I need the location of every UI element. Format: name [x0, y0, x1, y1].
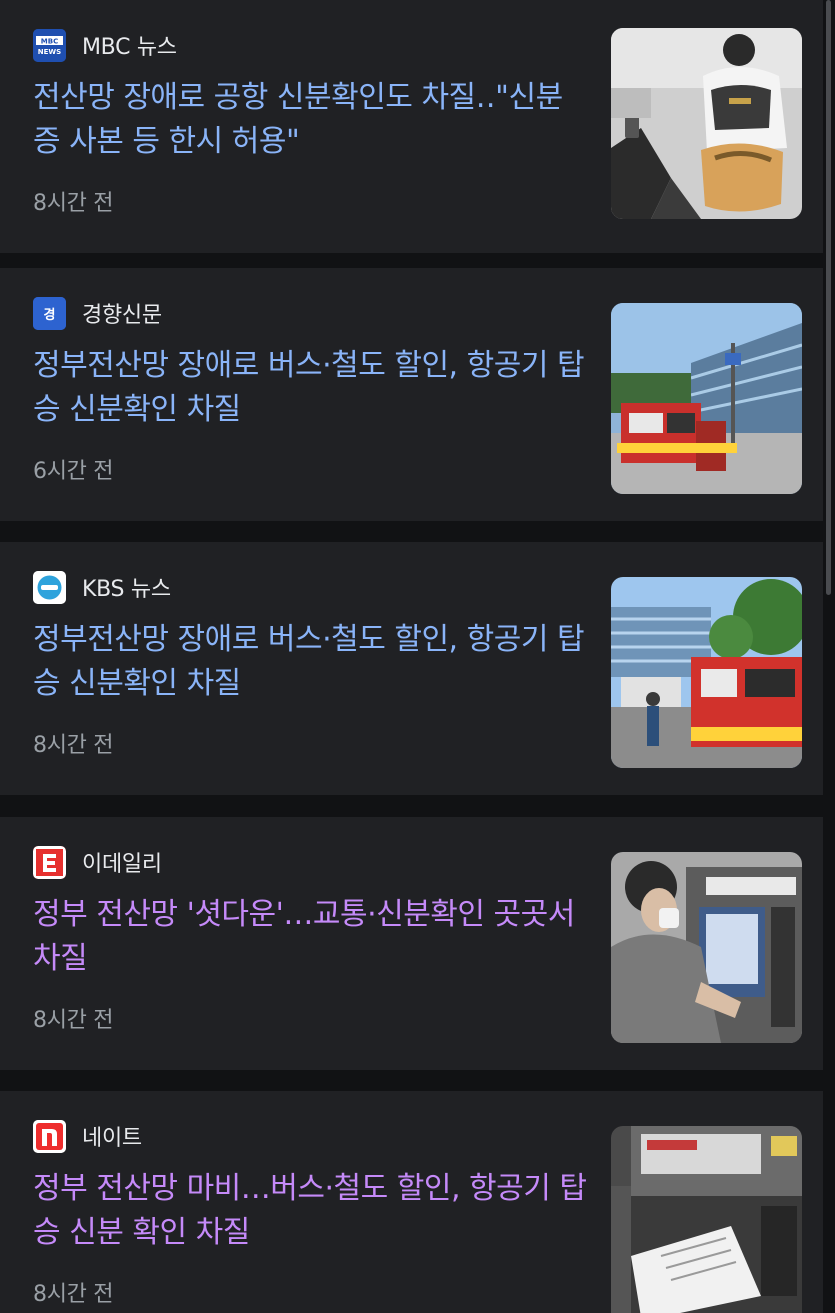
kiosk-user-photo-icon[interactable]	[611, 852, 802, 1043]
news-card[interactable]: 이데일리 정부 전산망 '셧다운'…교통·신분확인 곳곳서 차질 8시간 전	[0, 817, 823, 1070]
news-card[interactable]: 네이트 정부 전산망 마비…버스·철도 할인, 항공기 탑승 신분 확인 차질 …	[0, 1091, 823, 1313]
svg-text:경: 경	[44, 307, 56, 323]
airport-crowd-photo-icon[interactable]	[611, 28, 802, 219]
source-name: 이데일리	[82, 852, 162, 877]
news-feed: MBC NEWS MBC 뉴스 전산망 장애로 공항 신분확인도 차질‥"신분증…	[0, 0, 835, 1313]
timestamp: 8시간 전	[33, 191, 114, 216]
news-card[interactable]: KBS 뉴스 정부전산망 장애로 버스·철도 할인, 항공기 탑승 신분확인 차…	[0, 542, 823, 795]
kbs-news-logo-icon	[33, 570, 66, 604]
mbc-news-logo-icon: MBC NEWS	[33, 28, 66, 62]
svg-text:NEWS: NEWS	[38, 48, 61, 56]
fire-truck-building-photo-icon[interactable]	[611, 303, 802, 494]
edaily-logo-icon	[33, 845, 66, 879]
source-name: KBS 뉴스	[82, 577, 171, 602]
timestamp: 6시간 전	[33, 459, 114, 484]
timestamp: 8시간 전	[33, 733, 114, 758]
timestamp: 8시간 전	[33, 1008, 114, 1033]
source-row: KBS 뉴스	[33, 570, 171, 604]
kiosk-document-photo-icon[interactable]	[611, 1126, 802, 1313]
headline-link[interactable]: 전산망 장애로 공항 신분확인도 차질‥"신분증 사본 등 한시 허용"	[33, 76, 588, 164]
kyunghyang-logo-icon: 경	[33, 296, 66, 330]
timestamp: 8시간 전	[33, 1282, 114, 1307]
source-row: MBC NEWS MBC 뉴스	[33, 28, 177, 62]
source-name: 경향신문	[82, 303, 162, 328]
svg-text:MBC: MBC	[41, 37, 58, 45]
news-card[interactable]: 경 경향신문 정부전산망 장애로 버스·철도 할인, 항공기 탑승 신분확인 차…	[0, 268, 823, 521]
headline-link[interactable]: 정부 전산망 마비…버스·철도 할인, 항공기 탑승 신분 확인 차질	[33, 1167, 588, 1255]
news-card[interactable]: MBC NEWS MBC 뉴스 전산망 장애로 공항 신분확인도 차질‥"신분증…	[0, 0, 823, 253]
source-row: 이데일리	[33, 845, 162, 879]
nate-logo-icon	[33, 1119, 66, 1153]
source-name: MBC 뉴스	[82, 35, 177, 60]
headline-link[interactable]: 정부전산망 장애로 버스·철도 할인, 항공기 탑승 신분확인 차질	[33, 344, 588, 432]
headline-link[interactable]: 정부 전산망 '셧다운'…교통·신분확인 곳곳서 차질	[33, 893, 588, 981]
source-name: 네이트	[82, 1126, 142, 1151]
source-row: 경 경향신문	[33, 296, 162, 330]
fire-truck-building-photo-icon[interactable]	[611, 577, 802, 768]
scrollbar[interactable]	[826, 0, 831, 595]
headline-link[interactable]: 정부전산망 장애로 버스·철도 할인, 항공기 탑승 신분확인 차질	[33, 618, 588, 706]
source-row: 네이트	[33, 1119, 142, 1153]
